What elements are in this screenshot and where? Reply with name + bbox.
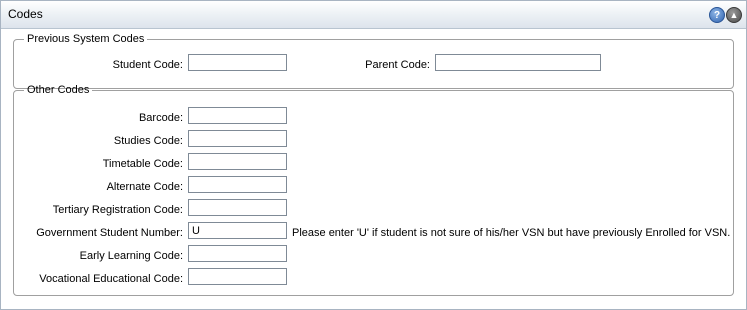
timetable-code-label: Timetable Code: xyxy=(102,158,183,170)
alternate-code-label: Alternate Code: xyxy=(106,181,183,193)
timetable-code-input[interactable] xyxy=(188,153,287,170)
alternate-code-input[interactable] xyxy=(188,176,287,193)
panel-title: Codes xyxy=(8,7,43,21)
government-student-number-input[interactable] xyxy=(188,222,287,239)
other-codes-legend: Other Codes xyxy=(27,84,90,96)
studies-code-input[interactable] xyxy=(188,130,287,147)
help-icon[interactable]: ? xyxy=(709,7,725,23)
vocational-educational-code-input[interactable] xyxy=(188,268,287,285)
barcode-input[interactable] xyxy=(188,107,287,124)
vocational-educational-code-label: Vocational Educational Code: xyxy=(39,273,183,285)
student-code-input[interactable] xyxy=(188,54,287,71)
barcode-label: Barcode: xyxy=(138,112,183,124)
early-learning-code-input[interactable] xyxy=(188,245,287,262)
parent-code-label: Parent Code: xyxy=(365,59,430,71)
codes-panel: Codes ? ▲ Previous System Codes Student … xyxy=(0,0,747,310)
tertiary-registration-code-label: Tertiary Registration Code: xyxy=(52,204,183,216)
panel-header: Codes ? ▲ xyxy=(1,1,746,29)
collapse-up-icon[interactable]: ▲ xyxy=(726,7,742,23)
studies-code-label: Studies Code: xyxy=(113,135,183,147)
parent-code-input[interactable] xyxy=(435,54,601,71)
tertiary-registration-code-input[interactable] xyxy=(188,199,287,216)
previous-system-codes-legend: Previous System Codes xyxy=(27,33,145,45)
early-learning-code-label: Early Learning Code: xyxy=(79,250,183,262)
government-student-number-label: Government Student Number: xyxy=(36,227,183,239)
vsn-hint-text: Please enter 'U' if student is not sure … xyxy=(292,227,731,239)
student-code-label: Student Code: xyxy=(112,59,183,71)
